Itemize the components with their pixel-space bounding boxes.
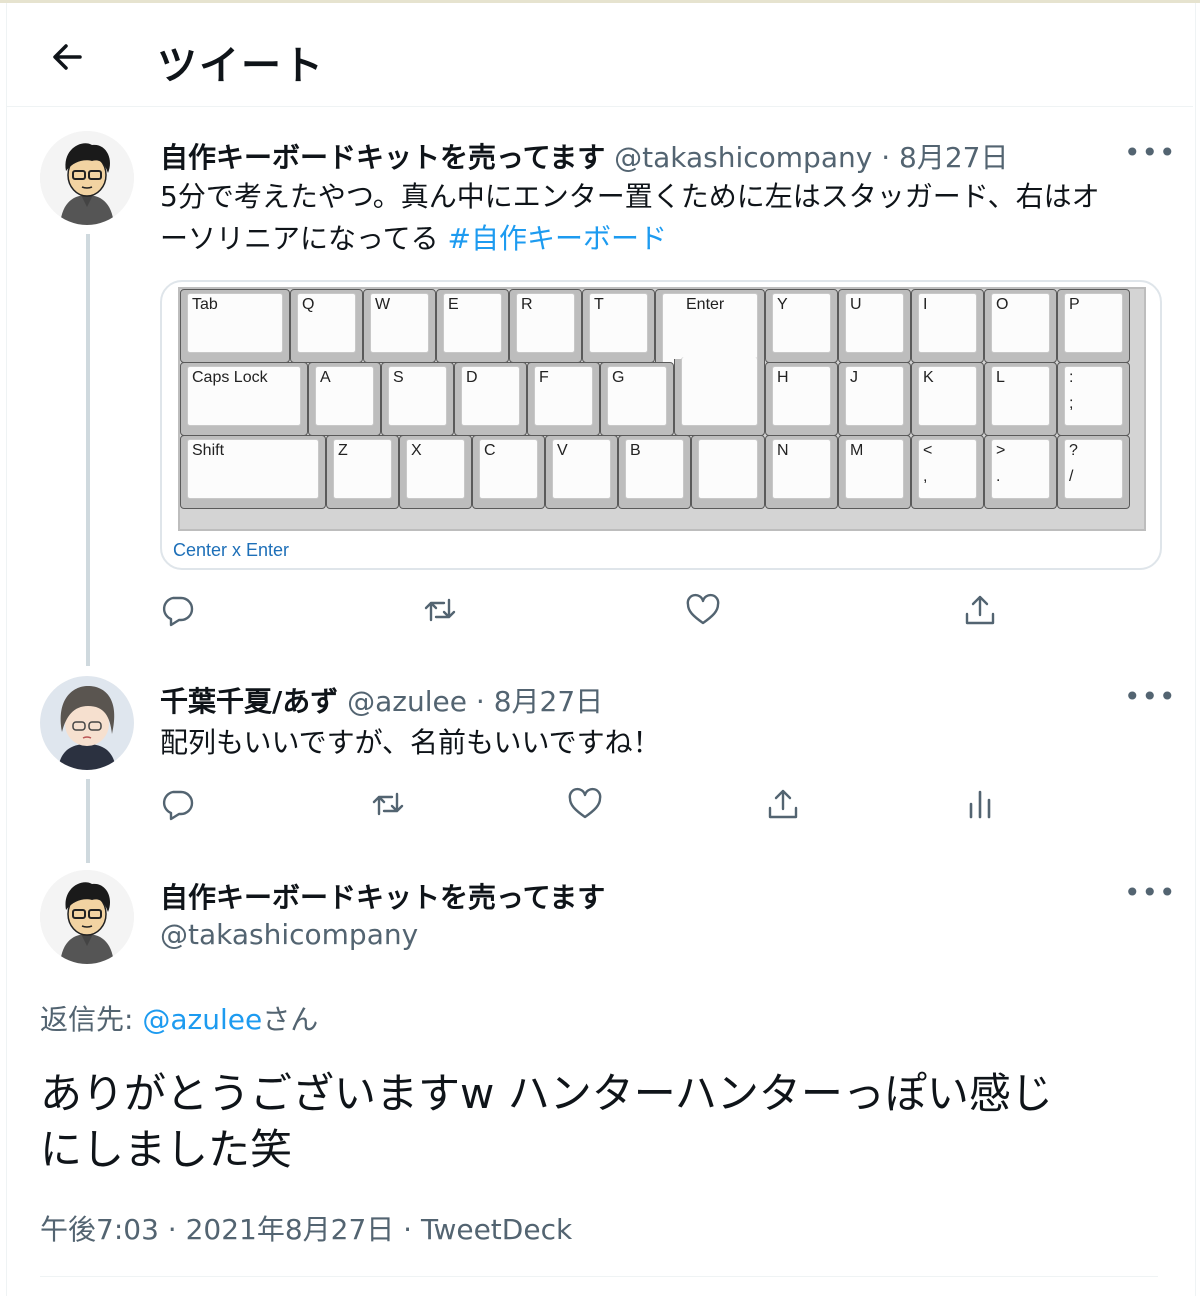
key-blank [691,435,765,509]
page-header: ツイート [7,3,1193,107]
reply-to-suffix: さん [262,1003,319,1036]
key-q: Q [290,289,363,363]
avatar-takashicompany[interactable] [40,870,134,964]
like-icon[interactable] [567,786,603,822]
key-d: D [454,362,527,436]
more-options-icon[interactable]: ••• [1124,680,1177,713]
tweet-text-line: ありがとうございますw ハンターハンターっぽい感じ [40,1069,1053,1118]
analytics-icon[interactable] [962,786,998,822]
reply-context: 返信先: @azuleeさん [40,998,318,1038]
more-options-icon[interactable]: ••• [1124,876,1177,909]
back-arrow-icon[interactable] [47,37,87,77]
tweet-text: 5分で考えたやつ。真ん中にエンター置くために左はスタッガード、右はオ ーソリニア… [160,176,1170,260]
tweet-header: 千葉千夏/あず @azulee · 8月27日 [160,680,603,720]
key-m: M [838,435,911,509]
divider [40,1276,1158,1277]
author-handle[interactable]: @azulee [347,685,467,718]
author-handle[interactable]: @takashicompany [614,141,872,174]
key-r: R [509,289,582,363]
key-u: U [838,289,911,363]
key-comma: <, [911,435,984,509]
key-z: Z [326,435,399,509]
key-enter-lower [674,357,765,436]
reply-to-handle[interactable]: @azulee [142,1003,262,1036]
key-x: X [399,435,472,509]
key-g: G [600,362,674,436]
key-n: N [765,435,838,509]
key-semicolon: :; [1057,362,1130,436]
key-slash: ? / [1057,435,1130,509]
key-caps-lock: Caps Lock [180,362,308,436]
keyboard-layout-image: Tab Q W E R T Enter Y U I O P Caps Lock … [178,287,1146,531]
reply-icon[interactable] [159,786,195,822]
key-y: Y [765,289,838,363]
hashtag-link[interactable]: #自作キーボード [448,222,667,255]
author-handle[interactable]: @takashicompany [160,918,418,951]
tweet-date[interactable]: 8月27日 [494,685,603,718]
media-card[interactable]: Tab Q W E R T Enter Y U I O P Caps Lock … [160,280,1162,570]
key-v: V [545,435,618,509]
key-c: C [472,435,545,509]
key-l: L [984,362,1057,436]
key-k: K [911,362,984,436]
key-f: F [527,362,600,436]
retweet-icon[interactable] [370,786,406,822]
key-enter: Enter [655,289,765,365]
author-name[interactable]: 千葉千夏/あず [160,685,338,718]
card-caption: Center x Enter [173,540,290,560]
share-icon[interactable] [765,786,801,822]
reply-icon[interactable] [159,592,195,628]
thread-line [86,779,90,863]
key-a: A [308,362,381,436]
page-title: ツイート [157,43,325,89]
share-icon[interactable] [962,592,998,628]
key-b: B [618,435,691,509]
avatar-takashicompany[interactable] [40,131,134,225]
key-i: I [911,289,984,363]
key-j: J [838,362,911,436]
more-options-icon[interactable]: ••• [1124,136,1177,169]
tweet-text-line: 5分で考えたやつ。真ん中にエンター置くために左はスタッガード、右はオ [160,180,1100,213]
key-w: W [363,289,436,363]
separator-dot: · [881,141,891,174]
avatar-azulee[interactable] [40,676,134,770]
tweet-text-line: にしました笑 [40,1125,293,1174]
separator-dot: · [475,685,485,718]
author-name[interactable]: 自作キーボードキットを売ってます [160,876,605,916]
key-t: T [582,289,655,363]
key-p: P [1057,289,1130,363]
key-h: H [765,362,838,436]
tweet-header: 自作キーボードキットを売ってます @takashicompany · 8月27日 [160,136,1008,176]
focused-tweet-text: ありがとうございますw ハンターハンターっぽい感じ にしました笑 [40,1066,1170,1178]
tweet-text-line: ーソリニアになってる [160,222,448,255]
retweet-icon[interactable] [422,592,458,628]
tweet-text: 配列もいいですが、名前もいいですね！ [160,726,661,759]
key-shift: Shift [180,435,326,509]
tweet-date[interactable]: 8月27日 [899,141,1008,174]
key-tab: Tab [180,289,290,363]
tweet-timestamp[interactable]: 午後7:03 · 2021年8月27日 · TweetDeck [40,1208,572,1248]
key-e: E [436,289,509,363]
key-o: O [984,289,1057,363]
like-icon[interactable] [685,592,721,628]
key-s: S [381,362,454,436]
author-name[interactable]: 自作キーボードキットを売ってます [160,141,605,174]
thread-line [86,234,90,666]
reply-to-label: 返信先: [40,1003,143,1036]
key-period: >. [984,435,1057,509]
